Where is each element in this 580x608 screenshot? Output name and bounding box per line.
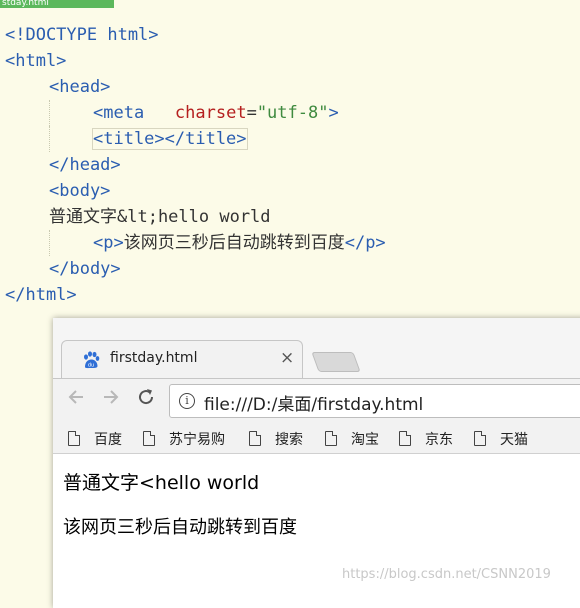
browser-window: du firstday.html × i file:///D:/桌面/first… xyxy=(53,318,580,608)
indent-guide xyxy=(49,126,50,152)
bookmark-item[interactable]: 苏宁易购 xyxy=(143,429,225,449)
bookmark-label: 淘宝 xyxy=(351,432,379,448)
code-token: charset xyxy=(174,103,247,123)
info-icon[interactable]: i xyxy=(179,393,195,409)
bookmark-item[interactable]: 天猫 xyxy=(474,429,528,449)
bookmark-label: 搜索 xyxy=(275,432,303,448)
code-token: </body> xyxy=(49,259,121,279)
code-token: > xyxy=(328,103,339,123)
editor-file-tab[interactable]: stday.html xyxy=(0,0,114,8)
page-text-line: 普通文字<hello world xyxy=(63,472,260,494)
code-content: <html> xyxy=(5,51,66,71)
code-token: </head> xyxy=(49,155,121,175)
code-token: <head> xyxy=(49,77,111,97)
code-content: <p>该网页三秒后自动跳转到百度</p> xyxy=(93,233,386,253)
indent-guide xyxy=(49,100,50,126)
code-line: <p>该网页三秒后自动跳转到百度</p> xyxy=(0,230,386,256)
code-token: <title></title> xyxy=(93,129,247,149)
svg-text:du: du xyxy=(88,363,94,369)
bookmark-label: 京东 xyxy=(425,432,453,448)
bookmark-item[interactable]: 淘宝 xyxy=(325,429,379,449)
bookmark-item[interactable]: 京东 xyxy=(399,429,453,449)
bookmark-label: 百度 xyxy=(94,432,122,448)
indent-guide xyxy=(49,230,50,256)
code-editor[interactable]: <!DOCTYPE html> <html> <head> <meta charset… xyxy=(0,22,386,308)
code-content: <!DOCTYPE html> xyxy=(5,25,159,45)
back-button[interactable] xyxy=(66,387,86,412)
page-icon xyxy=(143,431,155,446)
code-content: <head> xyxy=(49,77,110,97)
code-content: <body> xyxy=(49,181,110,201)
code-token: 该网页三秒后自动跳转到百度 xyxy=(123,233,345,253)
page-icon xyxy=(474,431,486,446)
code-line: </html> xyxy=(0,282,386,308)
code-token: </html> xyxy=(5,285,77,305)
code-line: <title></title> xyxy=(0,126,386,152)
code-content: <meta charset="utf-8"> xyxy=(93,103,339,123)
code-line: <head> xyxy=(0,74,386,100)
code-token: </p> xyxy=(344,233,386,253)
code-content: 普通文字&lt;hello world xyxy=(49,207,271,227)
code-token: <body> xyxy=(49,181,111,201)
code-content: </body> xyxy=(49,259,121,279)
forward-button[interactable] xyxy=(101,387,121,412)
bookmark-label: 苏宁易购 xyxy=(169,432,225,448)
browser-toolbar: i file:///D:/桌面/firstday.html xyxy=(53,378,580,423)
code-token: <!DOCTYPE html> xyxy=(5,25,159,45)
page-icon xyxy=(325,431,337,446)
bookmark-label: 天猫 xyxy=(500,432,528,448)
code-token: <p> xyxy=(93,233,124,253)
url-text: file:///D:/桌面/firstday.html xyxy=(204,395,424,415)
bookmarks-bar: 百度 苏宁易购 搜索 淘宝 京东 天猫 xyxy=(53,423,580,454)
code-line: <!DOCTYPE html> xyxy=(0,22,386,48)
page-icon xyxy=(68,431,80,446)
tab-bar: du firstday.html × xyxy=(53,318,580,379)
code-token: "utf-8" xyxy=(256,103,329,123)
code-line: 普通文字&lt;hello world xyxy=(0,204,386,230)
code-line: <body> xyxy=(0,178,386,204)
code-line: </body> xyxy=(0,256,386,282)
code-content: </html> xyxy=(5,285,77,305)
code-line: <meta charset="utf-8"> xyxy=(0,100,386,126)
address-bar[interactable]: i file:///D:/桌面/firstday.html xyxy=(169,384,580,418)
close-icon[interactable]: × xyxy=(280,348,294,368)
page-paragraph: 该网页三秒后自动跳转到百度 xyxy=(63,517,297,538)
code-token: <meta xyxy=(93,103,145,123)
code-token: = xyxy=(246,103,257,123)
watermark: https://blog.csdn.net/CSNN2019 xyxy=(342,567,551,582)
reload-icon xyxy=(139,389,154,405)
browser-tab[interactable]: du firstday.html × xyxy=(61,340,303,379)
tab-title: firstday.html xyxy=(110,350,198,366)
code-token: <html> xyxy=(5,51,67,71)
new-tab-button[interactable] xyxy=(311,352,361,372)
page-icon xyxy=(249,431,261,446)
code-token: 普通文字&lt;hello world xyxy=(49,207,271,227)
baidu-paw-icon: du xyxy=(84,351,100,369)
arrow-right-icon xyxy=(104,390,119,404)
reload-button[interactable] xyxy=(136,387,156,412)
arrow-left-icon xyxy=(68,390,83,404)
code-line: <html> xyxy=(0,48,386,74)
code-line: </head> xyxy=(0,152,386,178)
code-content: </head> xyxy=(49,155,121,175)
code-content: <title></title> xyxy=(92,128,248,150)
page-icon xyxy=(399,431,411,446)
bookmark-item[interactable]: 搜索 xyxy=(249,429,303,449)
bookmark-item[interactable]: 百度 xyxy=(68,429,122,449)
